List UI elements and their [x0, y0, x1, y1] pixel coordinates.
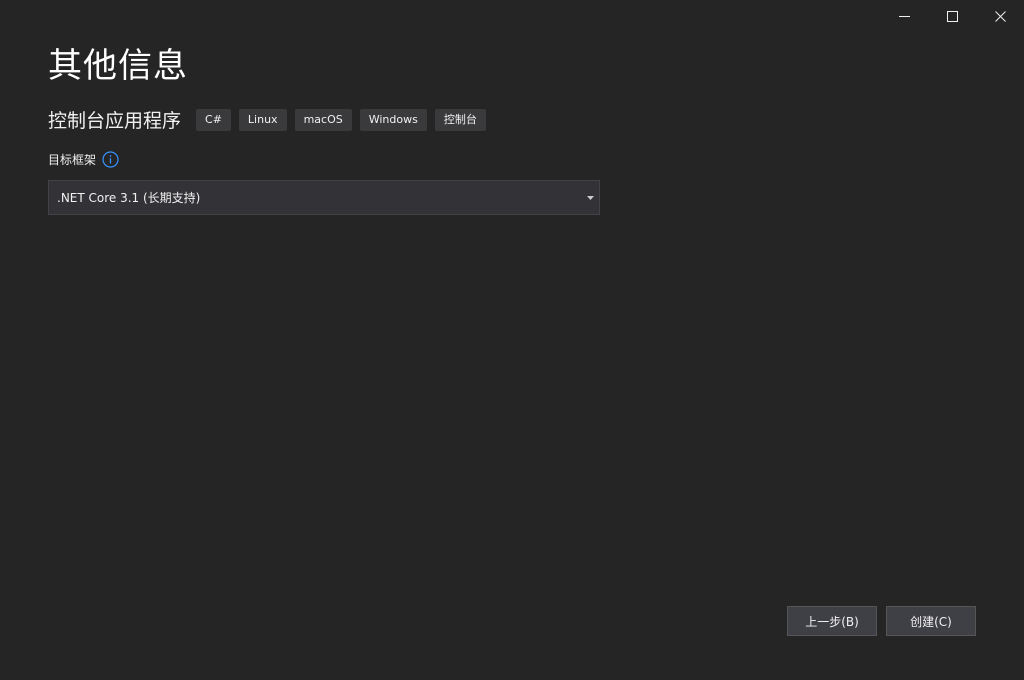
close-icon [994, 10, 1006, 22]
page-title: 其他信息 [48, 46, 188, 86]
maximize-icon [946, 10, 958, 22]
tag-platform-linux: Linux [238, 108, 287, 131]
tag-language: C# [196, 108, 231, 131]
tag-platform-windows: Windows [359, 108, 427, 131]
tag-platform-macos: macOS [294, 108, 352, 131]
close-button[interactable] [976, 0, 1024, 32]
maximize-button[interactable] [928, 0, 976, 32]
back-button[interactable]: 上一步(B) [787, 606, 877, 636]
create-button[interactable]: 创建(C) [886, 606, 976, 636]
framework-label: 目标框架 [48, 153, 97, 167]
chevron-down-icon [581, 181, 599, 214]
minimize-button[interactable] [880, 0, 928, 32]
template-name: 控制台应用程序 [48, 110, 182, 132]
minimize-icon [898, 11, 910, 22]
framework-selected-value: .NET Core 3.1 (长期支持) [57, 191, 201, 205]
footer-buttons: 上一步(B) 创建(C) [778, 606, 976, 636]
tag-project-type: 控制台 [434, 108, 486, 131]
info-icon[interactable] [102, 151, 119, 168]
window-controls [880, 0, 1024, 32]
framework-label-row: 目标框架 [48, 151, 119, 168]
framework-dropdown[interactable]: .NET Core 3.1 (长期支持) [48, 180, 600, 215]
template-info-row: 控制台应用程序 C# Linux macOS Windows 控制台 [48, 106, 494, 133]
